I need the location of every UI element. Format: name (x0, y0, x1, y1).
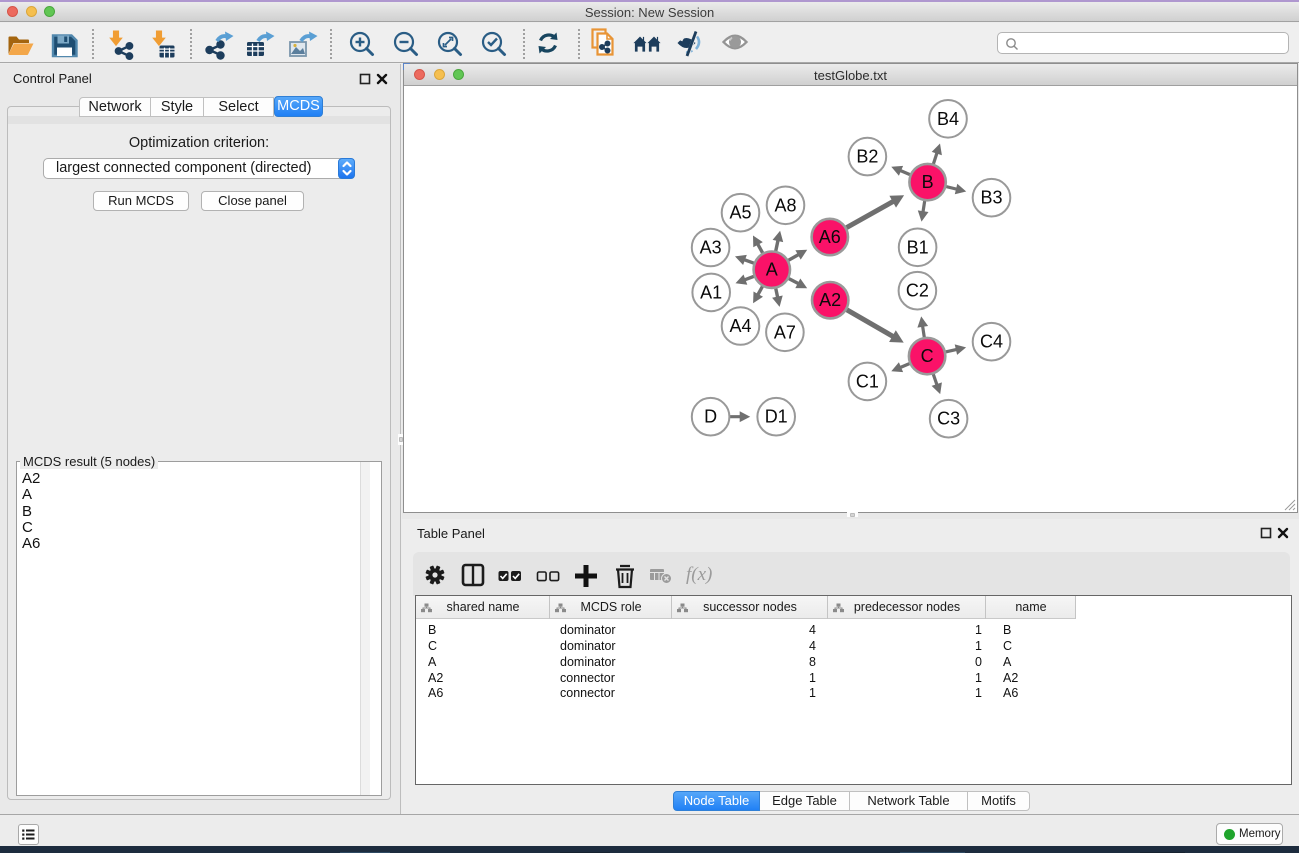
svg-text:B: B (922, 172, 934, 192)
svg-text:B3: B3 (980, 188, 1002, 208)
svg-text:B1: B1 (907, 237, 929, 257)
svg-text:B4: B4 (937, 109, 959, 129)
svg-text:C3: C3 (937, 409, 960, 429)
svg-text:A4: A4 (729, 316, 751, 336)
svg-text:C1: C1 (856, 371, 879, 391)
svg-text:A6: A6 (819, 227, 841, 247)
svg-text:D: D (704, 407, 717, 427)
svg-text:A5: A5 (729, 203, 751, 223)
svg-text:D1: D1 (765, 407, 788, 427)
svg-text:A3: A3 (700, 238, 722, 258)
svg-text:A: A (766, 260, 778, 280)
svg-text:A8: A8 (774, 195, 796, 215)
svg-text:A1: A1 (700, 282, 722, 302)
svg-text:C2: C2 (906, 281, 929, 301)
svg-text:B2: B2 (856, 147, 878, 167)
svg-text:A2: A2 (819, 290, 841, 310)
svg-text:C: C (921, 346, 934, 366)
svg-text:C4: C4 (980, 332, 1003, 352)
svg-text:A7: A7 (774, 322, 796, 342)
